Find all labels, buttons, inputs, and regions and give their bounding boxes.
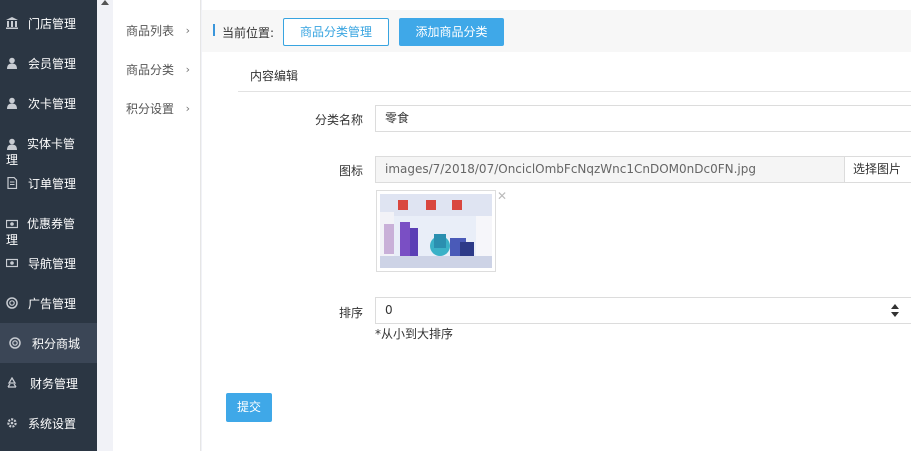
- icon-thumbnail: [376, 190, 496, 272]
- sidebar-item-ads[interactable]: 广告管理: [0, 284, 97, 324]
- user-icon: [6, 57, 18, 69]
- user-icon: [6, 97, 18, 109]
- submenu-item-label: 商品分类: [126, 63, 175, 77]
- number-spinner-icon[interactable]: [890, 303, 900, 319]
- chevron-right-icon: ›: [185, 24, 190, 37]
- sidebar-item-label: 次卡管理: [28, 97, 77, 111]
- sidebar-item-physical-cards[interactable]: 实体卡管理: [0, 124, 97, 168]
- bank-icon: [6, 17, 18, 29]
- sort-number-input[interactable]: 0: [375, 297, 911, 324]
- gear-icon: [6, 417, 18, 429]
- sidebar-item-label: 订单管理: [28, 177, 77, 191]
- lifebuoy-icon: [9, 337, 21, 349]
- store-photo-image: [380, 194, 492, 268]
- spinner-down-icon[interactable]: [891, 312, 899, 317]
- submenu-item-points-settings[interactable]: 积分设置 ›: [126, 99, 198, 119]
- sub-menu: 商品列表 › 商品分类 › 积分设置 ›: [113, 0, 201, 451]
- scroll-up-arrow-icon[interactable]: [101, 0, 109, 5]
- panel-title: 内容编辑: [250, 69, 299, 83]
- sidebar-item-label: 广告管理: [28, 297, 77, 311]
- sidebar-item-label: 财务管理: [30, 377, 79, 391]
- breadcrumb: 当前位置: 商品分类管理 添加商品分类: [202, 10, 911, 52]
- sidebar-item-stores[interactable]: 门店管理: [0, 4, 97, 44]
- divider: [238, 91, 911, 92]
- choose-image-button[interactable]: 选择图片: [844, 156, 911, 183]
- icon-label: 图标: [338, 164, 363, 178]
- money-icon: [5, 257, 19, 269]
- category-name-label: 分类名称: [314, 113, 363, 127]
- submenu-item-label: 积分设置: [126, 102, 175, 116]
- main-sidebar: 门店管理 会员管理 次卡管理 实体卡管理 订单管理 优惠券管理 导航管理 广告管…: [0, 0, 97, 451]
- chevron-right-icon: ›: [185, 102, 190, 115]
- recycle-icon: [6, 376, 18, 389]
- sidebar-item-label: 积分商城: [32, 337, 81, 351]
- sidebar-item-finance[interactable]: 财务管理: [0, 364, 97, 404]
- sort-label: 排序: [338, 306, 363, 320]
- submit-button[interactable]: 提交: [226, 393, 272, 422]
- category-management-button[interactable]: 商品分类管理: [283, 18, 389, 46]
- sort-hint: *从小到大排序: [375, 327, 454, 341]
- breadcrumb-marker: [213, 24, 215, 36]
- remove-image-icon[interactable]: ✕: [497, 190, 507, 202]
- chevron-right-icon: ›: [185, 63, 190, 76]
- spinner-up-icon[interactable]: [891, 304, 899, 309]
- sidebar-item-label: 导航管理: [28, 257, 77, 271]
- sidebar-item-label: 门店管理: [28, 17, 77, 31]
- main-content: 当前位置: 商品分类管理 添加商品分类 内容编辑 分类名称 零食 图标 imag…: [202, 0, 911, 451]
- sidebar-item-points-mall[interactable]: 积分商城: [0, 323, 97, 363]
- sidebar-item-coupons[interactable]: 优惠券管理: [0, 204, 97, 248]
- category-name-input[interactable]: 零食: [375, 105, 911, 132]
- document-icon: [6, 176, 18, 190]
- icon-path-input[interactable]: images/7/2018/07/OnciclOmbFcNqzWnc1CnDOM…: [375, 156, 845, 183]
- sidebar-item-members[interactable]: 会员管理: [0, 44, 97, 84]
- add-category-button[interactable]: 添加商品分类: [399, 18, 504, 46]
- sidebar-item-orders[interactable]: 订单管理: [0, 164, 97, 204]
- sidebar-item-punch-cards[interactable]: 次卡管理: [0, 84, 97, 124]
- breadcrumb-label: 当前位置:: [222, 26, 275, 40]
- sidebar-item-label: 系统设置: [28, 417, 77, 431]
- submenu-item-label: 商品列表: [126, 24, 175, 38]
- submenu-item-product-category[interactable]: 商品分类 ›: [126, 60, 198, 80]
- submenu-item-product-list[interactable]: 商品列表 ›: [126, 21, 198, 41]
- sidebar-item-settings[interactable]: 系统设置: [0, 404, 97, 444]
- sidebar-item-navigation[interactable]: 导航管理: [0, 244, 97, 284]
- sidebar-item-label: 会员管理: [28, 57, 77, 71]
- lifebuoy-icon: [6, 297, 18, 309]
